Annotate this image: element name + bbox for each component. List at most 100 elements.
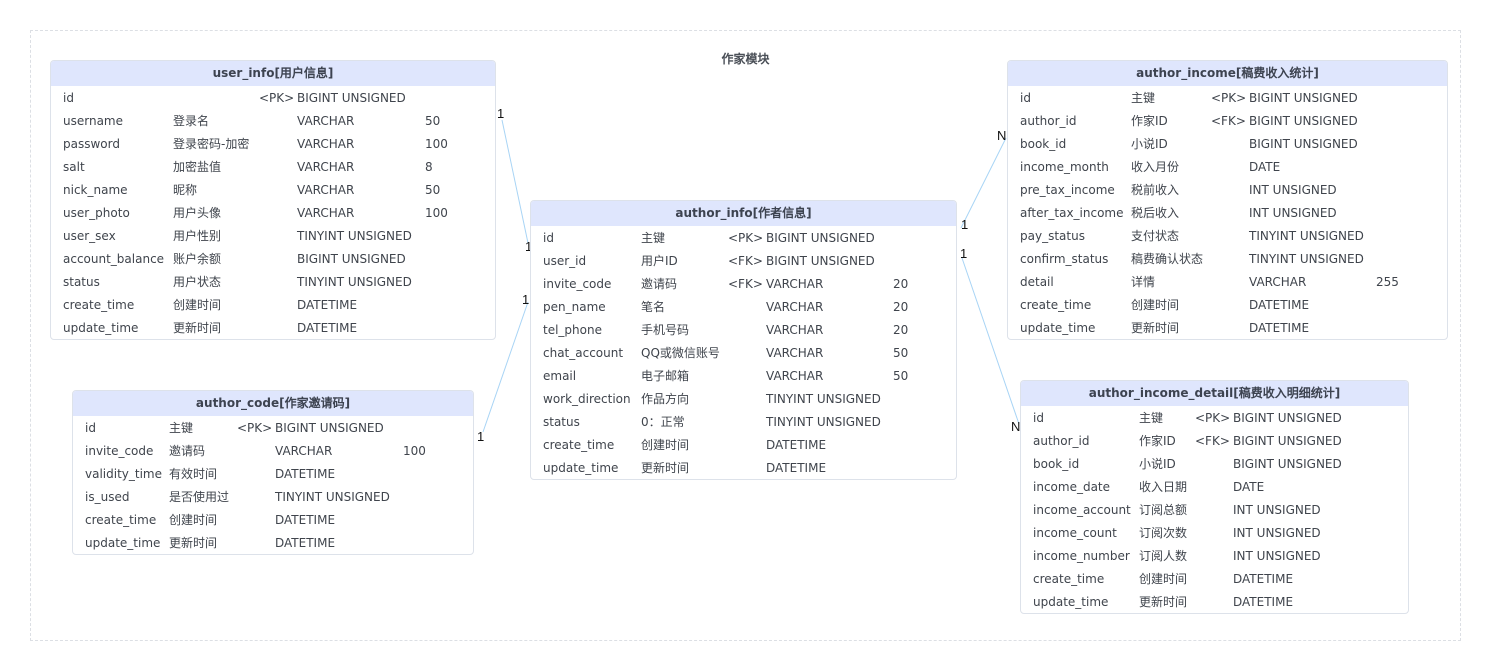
cardinality-label: 1 bbox=[477, 429, 485, 444]
field-row[interactable]: status 0：正常 TINYINT UNSIGNED bbox=[531, 411, 956, 434]
field-row[interactable]: id 主键 <PK> BIGINT UNSIGNED bbox=[1021, 407, 1408, 430]
column-type: INT UNSIGNED bbox=[1233, 526, 1321, 540]
field-row[interactable]: email 电子邮箱 VARCHAR 50 bbox=[531, 365, 956, 388]
column-name: update_time bbox=[1020, 321, 1096, 335]
column-key: <FK> bbox=[728, 277, 763, 291]
column-type: DATETIME bbox=[1233, 572, 1294, 586]
field-row[interactable]: create_time 创建时间 DATETIME bbox=[51, 294, 495, 317]
field-row[interactable]: income_number 订阅人数 INT UNSIGNED bbox=[1021, 545, 1408, 568]
column-length: 50 bbox=[893, 346, 909, 360]
field-row[interactable]: create_time 创建时间 DATETIME bbox=[531, 434, 956, 457]
field-row[interactable]: invite_code 邀请码 <FK> VARCHAR 20 bbox=[531, 273, 956, 296]
field-row[interactable]: update_time 更新时间 DATETIME bbox=[51, 317, 495, 339]
field-row[interactable]: status 用户状态 TINYINT UNSIGNED bbox=[51, 271, 495, 294]
field-row[interactable]: confirm_status 稿费确认状态 TINYINT UNSIGNED bbox=[1008, 248, 1447, 271]
field-row[interactable]: id 主键 <PK> BIGINT UNSIGNED bbox=[73, 417, 473, 440]
column-name: status bbox=[63, 275, 100, 289]
cardinality-label: 1 bbox=[961, 217, 969, 232]
column-comment: 主键 bbox=[1139, 411, 1164, 425]
field-row[interactable]: work_direction 作品方向 TINYINT UNSIGNED bbox=[531, 388, 956, 411]
field-row[interactable]: income_count 订阅次数 INT UNSIGNED bbox=[1021, 522, 1408, 545]
link-author-info-author-income[interactable] bbox=[960, 137, 1007, 229]
column-name: create_time bbox=[1020, 298, 1092, 312]
entity-fields: id 主键 <PK> BIGINT UNSIGNED author_id 作家ID <FK>… bbox=[1021, 406, 1408, 613]
column-type: VARCHAR bbox=[297, 160, 355, 174]
column-type: BIGINT UNSIGNED bbox=[1249, 137, 1358, 151]
column-comment: 用户头像 bbox=[173, 206, 222, 220]
field-row[interactable]: book_id 小说ID BIGINT UNSIGNED bbox=[1021, 453, 1408, 476]
column-name: update_time bbox=[85, 536, 161, 550]
link-user-info-author-info[interactable] bbox=[501, 119, 529, 244]
column-comment: 用户状态 bbox=[173, 275, 222, 289]
column-name: create_time bbox=[543, 438, 615, 452]
field-row[interactable]: income_month 收入月份 DATE bbox=[1008, 156, 1447, 179]
column-length: 100 bbox=[425, 206, 448, 220]
field-row[interactable]: password 登录密码-加密 VARCHAR 100 bbox=[51, 133, 495, 156]
entity-author-code[interactable]: author_code[作家邀请码] id 主键 <PK> BIGINT UNSIGNE… bbox=[72, 390, 474, 555]
field-row[interactable]: after_tax_income 税后收入 INT UNSIGNED bbox=[1008, 202, 1447, 225]
field-row[interactable]: invite_code 邀请码 VARCHAR 100 bbox=[73, 440, 473, 463]
column-name: pre_tax_income bbox=[1020, 183, 1115, 197]
column-type: BIGINT UNSIGNED bbox=[275, 421, 384, 435]
field-row[interactable]: create_time 创建时间 DATETIME bbox=[1008, 294, 1447, 317]
field-row[interactable]: tel_phone 手机号码 VARCHAR 20 bbox=[531, 319, 956, 342]
column-comment: 更新时间 bbox=[1131, 321, 1180, 335]
field-row[interactable]: id 主键 <PK> BIGINT UNSIGNED bbox=[531, 227, 956, 250]
field-row[interactable]: is_used 是否使用过 TINYINT UNSIGNED bbox=[73, 486, 473, 509]
field-row[interactable]: user_sex 用户性别 TINYINT UNSIGNED bbox=[51, 225, 495, 248]
column-name: after_tax_income bbox=[1020, 206, 1124, 220]
column-length: 20 bbox=[893, 323, 909, 337]
field-row[interactable]: username 登录名 VARCHAR 50 bbox=[51, 110, 495, 133]
field-row[interactable]: pay_status 支付状态 TINYINT UNSIGNED bbox=[1008, 225, 1447, 248]
entity-title: user_info[用户信息] bbox=[51, 61, 495, 86]
column-name: id bbox=[1020, 91, 1031, 105]
field-row[interactable]: id <PK> BIGINT UNSIGNED bbox=[51, 87, 495, 110]
column-name: username bbox=[63, 114, 123, 128]
column-name: id bbox=[543, 231, 554, 245]
field-row[interactable]: nick_name 昵称 VARCHAR 50 bbox=[51, 179, 495, 202]
field-row[interactable]: author_id 作家ID <FK> BIGINT UNSIGNED bbox=[1021, 430, 1408, 453]
column-type: VARCHAR bbox=[766, 369, 824, 383]
field-row[interactable]: validity_time 有效时间 DATETIME bbox=[73, 463, 473, 486]
field-row[interactable]: income_date 收入日期 DATE bbox=[1021, 476, 1408, 499]
field-row[interactable]: create_time 创建时间 DATETIME bbox=[73, 509, 473, 532]
column-comment: 主键 bbox=[169, 421, 194, 435]
field-row[interactable]: update_time 更新时间 DATETIME bbox=[73, 532, 473, 554]
column-type: DATETIME bbox=[297, 298, 358, 312]
column-comment: 登录密码-加密 bbox=[173, 137, 250, 151]
field-row[interactable]: author_id 作家ID <FK> BIGINT UNSIGNED bbox=[1008, 110, 1447, 133]
field-row[interactable]: account_balance 账户余额 BIGINT UNSIGNED bbox=[51, 248, 495, 271]
column-comment: QQ或微信账号 bbox=[641, 346, 720, 360]
column-name: create_time bbox=[63, 298, 135, 312]
field-row[interactable]: user_photo 用户头像 VARCHAR 100 bbox=[51, 202, 495, 225]
field-row[interactable]: create_time 创建时间 DATETIME bbox=[1021, 568, 1408, 591]
entity-fields: id 主键 <PK> BIGINT UNSIGNED user_id 用户ID <FK> BI… bbox=[531, 226, 956, 479]
field-row[interactable]: income_account 订阅总额 INT UNSIGNED bbox=[1021, 499, 1408, 522]
field-row[interactable]: salt 加密盐值 VARCHAR 8 bbox=[51, 156, 495, 179]
column-name: income_count bbox=[1033, 526, 1117, 540]
field-row[interactable]: user_id 用户ID <FK> BIGINT UNSIGNED bbox=[531, 250, 956, 273]
entity-title: author_code[作家邀请码] bbox=[73, 391, 473, 416]
column-comment: 主键 bbox=[641, 231, 666, 245]
column-type: BIGINT UNSIGNED bbox=[297, 91, 406, 105]
entity-user-info[interactable]: user_info[用户信息] id <PK> BIGINT UNSIGNED user… bbox=[50, 60, 496, 340]
field-row[interactable]: chat_account QQ或微信账号 VARCHAR 50 bbox=[531, 342, 956, 365]
column-name: nick_name bbox=[63, 183, 128, 197]
field-row[interactable]: book_id 小说ID BIGINT UNSIGNED bbox=[1008, 133, 1447, 156]
field-row[interactable]: detail 详情 VARCHAR 255 bbox=[1008, 271, 1447, 294]
column-comment: 创建时间 bbox=[169, 513, 218, 527]
field-row[interactable]: update_time 更新时间 DATETIME bbox=[531, 457, 956, 479]
entity-author-income[interactable]: author_income[稿费收入统计] id 主键 <PK> BIGINT UNSI… bbox=[1007, 60, 1448, 340]
field-row[interactable]: id 主键 <PK> BIGINT UNSIGNED bbox=[1008, 87, 1447, 110]
field-row[interactable]: pre_tax_income 税前收入 INT UNSIGNED bbox=[1008, 179, 1447, 202]
field-row[interactable]: pen_name 笔名 VARCHAR 20 bbox=[531, 296, 956, 319]
column-comment: 手机号码 bbox=[641, 323, 690, 337]
column-key: <PK> bbox=[237, 421, 273, 435]
field-row[interactable]: update_time 更新时间 DATETIME bbox=[1021, 591, 1408, 613]
field-row[interactable]: update_time 更新时间 DATETIME bbox=[1008, 317, 1447, 339]
entity-author-info[interactable]: author_info[作者信息] id 主键 <PK> BIGINT UNSIGNED… bbox=[530, 200, 957, 480]
column-name: income_number bbox=[1033, 549, 1130, 563]
column-name: update_time bbox=[1033, 595, 1109, 609]
entity-author-income-detail[interactable]: author_income_detail[稿费收入明细统计] id 主键 <PK> BI… bbox=[1020, 380, 1409, 614]
column-comment: 登录名 bbox=[173, 114, 210, 128]
